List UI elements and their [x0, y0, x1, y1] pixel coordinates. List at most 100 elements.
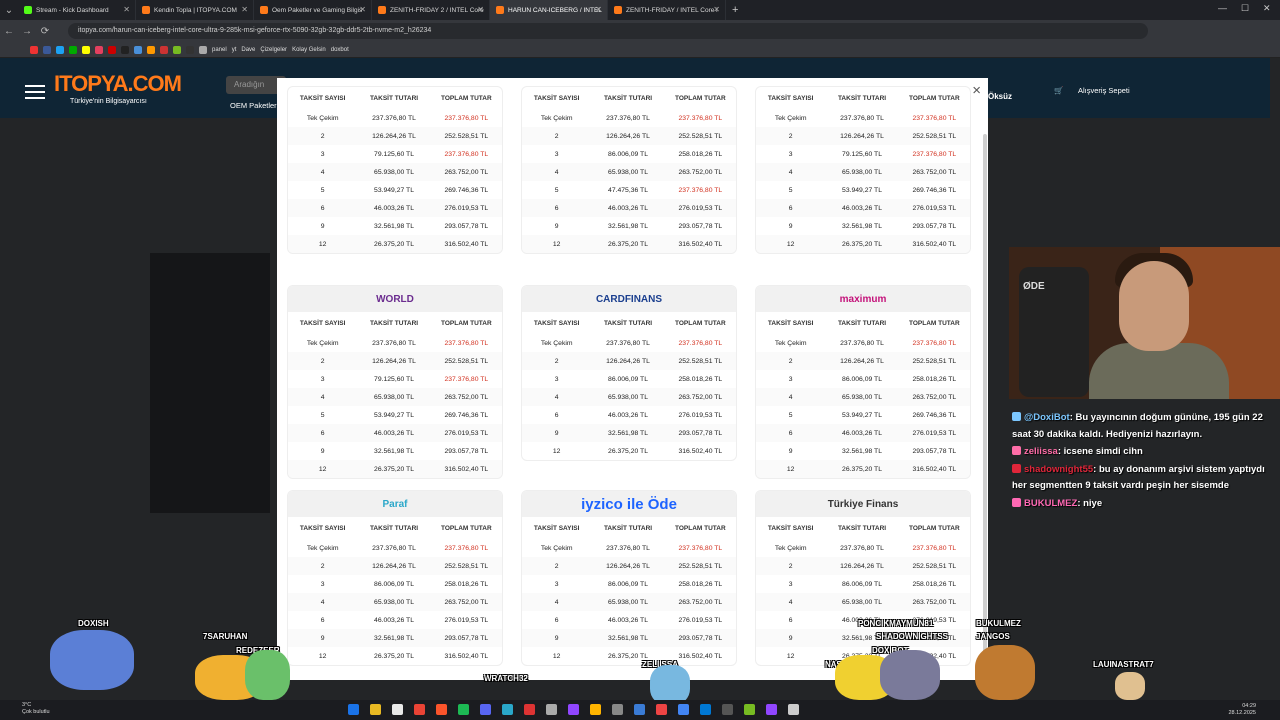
taskbar-app-icon[interactable]: [568, 704, 579, 715]
taskbar-app-icon[interactable]: [502, 704, 513, 715]
bookmark-icon[interactable]: [43, 45, 51, 54]
browser-tab[interactable]: Kendin Topla | ITOPYA.COM ✕: [136, 0, 254, 20]
installment-amount: 46.003,26 TL: [842, 204, 882, 212]
taskbar-app-icon[interactable]: [722, 704, 733, 715]
installment-amount: 46.003,26 TL: [608, 616, 648, 624]
chat-username[interactable]: BUKULMEZ: [1024, 498, 1077, 509]
chat-username[interactable]: shadownight55: [1024, 464, 1093, 475]
back-icon[interactable]: ←: [0, 26, 18, 37]
bookmark-item[interactable]: Kolay Gelsin: [292, 47, 326, 53]
bookmark-item[interactable]: Çizelgeler: [260, 47, 287, 53]
modal-scrollbar[interactable]: [983, 134, 987, 674]
taskbar-app-icon[interactable]: [524, 704, 535, 715]
forward-icon[interactable]: →: [18, 26, 36, 37]
table-row: 4 65.938,00 TL 263.752,00 TL: [522, 593, 736, 611]
cart-icon[interactable]: 🛒: [1054, 86, 1063, 95]
total-amount: 276.019,53 TL: [912, 429, 957, 437]
bookmark-icon[interactable]: [121, 45, 129, 54]
total-amount: 252.528,51 TL: [444, 562, 489, 570]
table-row: 9 32.561,98 TL 293.057,78 TL: [522, 217, 736, 235]
browser-tab[interactable]: Stream - Kick Dashboard ✕: [18, 0, 136, 20]
taskbar-app-icon[interactable]: [678, 704, 689, 715]
installment-amount: 237.376,80 TL: [840, 544, 884, 552]
url-input[interactable]: itopya.com/harun-can-iceberg-intel-core-…: [68, 23, 1148, 39]
taskbar-app-icon[interactable]: [480, 704, 491, 715]
installment-amount: 237.376,80 TL: [372, 114, 416, 122]
installment-count: 6: [554, 616, 559, 624]
taskbar-app-icon[interactable]: [436, 704, 447, 715]
taskbar-app-icon[interactable]: [612, 704, 623, 715]
close-icon[interactable]: ×: [972, 83, 981, 99]
total-amount: 276.019,53 TL: [444, 616, 489, 624]
taskbar-app-icon[interactable]: [766, 704, 777, 715]
total-amount: 263.752,00 TL: [912, 598, 957, 606]
site-logo[interactable]: ITOPYA.COM: [54, 71, 182, 97]
bookmark-icon[interactable]: [108, 45, 116, 54]
bookmark-icon[interactable]: [134, 45, 142, 54]
table-row: 5 53.949,27 TL 269.746,36 TL: [756, 181, 970, 199]
taskbar-app-icon[interactable]: [788, 704, 799, 715]
tab-favicon-icon: [378, 6, 386, 14]
tab-close-icon[interactable]: ✕: [713, 5, 720, 14]
column-header: TOPLAM TUTAR: [675, 524, 726, 532]
taskbar-app-icon[interactable]: [392, 704, 403, 715]
taskbar-app-icon[interactable]: [546, 704, 557, 715]
installment-amount: 32.561,98 TL: [608, 429, 648, 437]
bookmark-icon[interactable]: [95, 45, 103, 54]
user-menu[interactable]: Öksüz: [988, 92, 1012, 101]
browser-tab[interactable]: ZENITH-FRIDAY 2 / INTEL Core ✕: [372, 0, 490, 20]
bookmark-icon[interactable]: [147, 45, 155, 54]
new-tab-button[interactable]: +: [732, 4, 738, 16]
minimize-icon[interactable]: —: [1218, 3, 1227, 13]
close-window-icon[interactable]: ✕: [1263, 3, 1271, 14]
browser-tab[interactable]: ZENITH-FRIDAY / INTEL Core i ✕: [608, 0, 726, 20]
bookmark-icon[interactable]: [56, 45, 64, 54]
browser-tab[interactable]: HARUN CAN-ICEBERG / INTEL ✕: [490, 0, 608, 20]
oem-link[interactable]: OEM Paketler: [230, 101, 277, 110]
chat-badge-icon: [1012, 412, 1021, 421]
taskbar-app-icon[interactable]: [744, 704, 755, 715]
total-amount: 293.057,78 TL: [678, 429, 723, 437]
reload-icon[interactable]: ⟳: [36, 26, 54, 37]
tab-title: ZENITH-FRIDAY 2 / INTEL Core: [390, 6, 484, 14]
browser-tab[interactable]: Oem Paketler ve Gaming Bilgis ✕: [254, 0, 372, 20]
taskbar-app-icon[interactable]: [700, 704, 711, 715]
bookmark-item[interactable]: yt: [232, 47, 237, 53]
taskbar-app-icon[interactable]: [634, 704, 645, 715]
bookmark-icon[interactable]: [199, 45, 207, 54]
chat-username[interactable]: @DoxiBot: [1024, 412, 1070, 423]
total-amount: 316.502,40 TL: [444, 652, 489, 660]
tab-close-icon[interactable]: ✕: [123, 5, 130, 14]
taskbar-app-icon[interactable]: [414, 704, 425, 715]
installment-card: iyzico ile Öde TAKSİT SAYISI TAKSİT TUTARI…: [521, 490, 737, 666]
bookmark-item[interactable]: doxbot: [331, 47, 349, 53]
bookmark-icon[interactable]: [160, 45, 168, 54]
bookmark-icon[interactable]: [82, 45, 90, 54]
taskbar-app-icon[interactable]: [458, 704, 469, 715]
bookmark-icon[interactable]: [173, 45, 181, 54]
taskbar-app-icon[interactable]: [656, 704, 667, 715]
maximize-icon[interactable]: ☐: [1241, 3, 1249, 14]
taskbar-app-icon[interactable]: [590, 704, 601, 715]
installment-count: 9: [788, 222, 793, 230]
cart-label[interactable]: Alışveriş Sepeti: [1078, 86, 1130, 95]
tab-close-icon[interactable]: ✕: [359, 5, 366, 14]
chat-username[interactable]: zeliissa: [1024, 446, 1058, 457]
clock[interactable]: 04:29 28.12.2025: [1228, 703, 1256, 717]
taskbar-app-icon[interactable]: [348, 704, 359, 715]
table-row: 4 65.938,00 TL 263.752,00 TL: [288, 593, 502, 611]
tab-close-icon[interactable]: ✕: [477, 5, 484, 14]
menu-icon[interactable]: [25, 85, 45, 99]
bookmark-item[interactable]: Dave: [241, 47, 255, 53]
tab-close-icon[interactable]: ✕: [241, 5, 248, 14]
weather-widget[interactable]: 3°C Çok bulutlu: [22, 702, 50, 716]
bookmark-icon[interactable]: [69, 45, 77, 54]
total-amount: 276.019,53 TL: [678, 616, 723, 624]
bookmark-icon[interactable]: [186, 45, 194, 54]
installment-amount: 46.003,26 TL: [374, 429, 414, 437]
tab-search-icon[interactable]: ⌄: [0, 5, 18, 16]
taskbar-app-icon[interactable]: [370, 704, 381, 715]
bookmark-icon[interactable]: [30, 45, 38, 54]
bookmark-item[interactable]: panel: [212, 47, 227, 53]
tab-close-icon[interactable]: ✕: [595, 5, 602, 14]
